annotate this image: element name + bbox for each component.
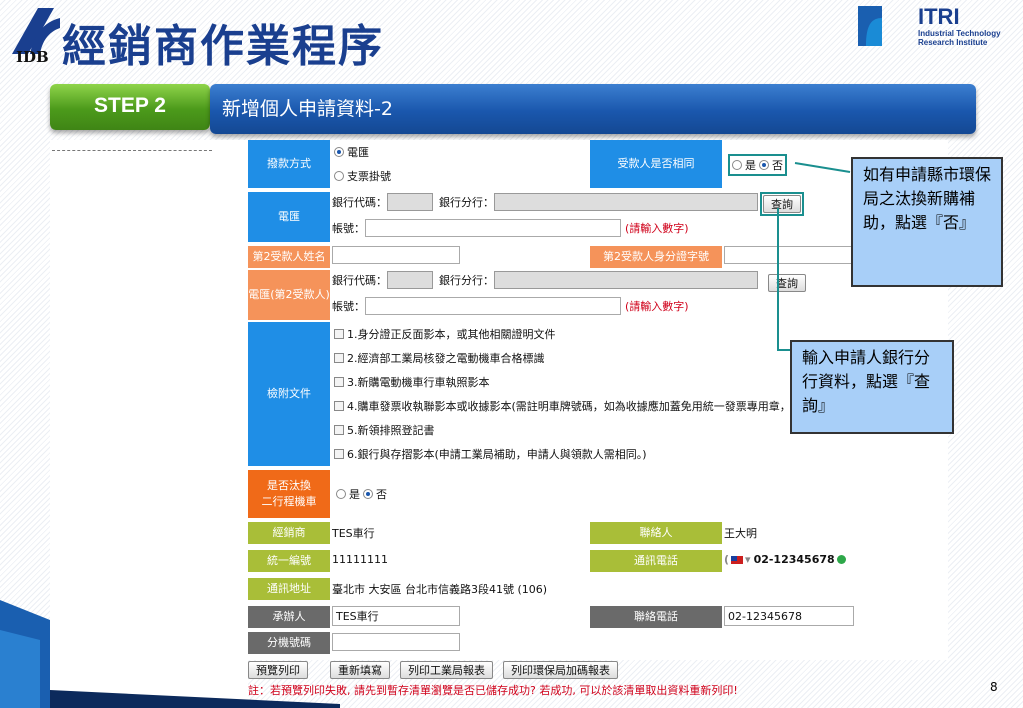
reset-button[interactable]: 重新填寫 — [330, 661, 390, 679]
same-no-text: 否 — [772, 159, 783, 172]
call-icon[interactable] — [836, 555, 846, 564]
preview-print-button[interactable]: 預覽列印 — [248, 661, 308, 679]
radio-check[interactable] — [334, 171, 344, 181]
attach-checkbox-2[interactable] — [334, 353, 344, 363]
attach-item-3: 3.新購電動機車行車執照影本 — [347, 376, 490, 389]
handler-label: 承辦人 — [248, 606, 330, 628]
attach-checkbox-1[interactable] — [334, 329, 344, 339]
wire2-label: 電匯(第2受款人) — [248, 270, 330, 320]
account-hint: (請輸入數字) — [625, 222, 689, 235]
bank-code-label: 銀行代碼： — [332, 196, 387, 209]
itri-sub-line1: Industrial Technology — [918, 29, 1001, 38]
step-badge: STEP 2 — [50, 84, 210, 130]
attach-item-1: 1.身分證正反面影本，或其他相關證明文件 — [347, 328, 556, 341]
attach-item-5: 5.新領排照登記書 — [347, 424, 435, 437]
print-epa-report-button[interactable]: 列印環保局加碼報表 — [503, 661, 618, 679]
print-industry-report-button[interactable]: 列印工業局報表 — [400, 661, 493, 679]
contact-label: 聯絡人 — [590, 522, 722, 544]
account2-input[interactable] — [365, 297, 621, 315]
bank-branch2-input[interactable] — [494, 271, 758, 289]
handler-phone-input[interactable]: 02-12345678 — [724, 606, 854, 626]
page-number: 8 — [990, 680, 998, 694]
phone-value: 02-12345678 — [753, 553, 835, 566]
bank-branch-input[interactable] — [494, 193, 758, 211]
callout-query-branch: 輸入申請人銀行分行資料，點選『查詢』 — [790, 340, 954, 434]
scrap-no-text: 否 — [376, 488, 387, 501]
radio-scrap-yes[interactable] — [336, 489, 346, 499]
attach-item-2: 2.經濟部工業局核發之電動機車合格標識 — [347, 352, 545, 365]
handler-phone-label: 聯絡電話 — [590, 606, 722, 628]
dealer-value: TES車行 — [332, 527, 375, 540]
scrap-yes-text: 是 — [349, 488, 360, 501]
idb-logo-text: IDB — [16, 48, 49, 66]
flag-icon — [731, 555, 744, 564]
same-payee-label: 受款人是否相同 — [590, 140, 722, 188]
query-button[interactable]: 查詢 — [763, 195, 801, 213]
taxid-label: 統一編號 — [248, 550, 330, 572]
scrap-label-line2: 二行程機車 — [261, 495, 317, 508]
extension-label: 分機號碼 — [248, 632, 330, 654]
taxid-value: 11111111 — [332, 553, 388, 566]
handler-input[interactable]: TES車行 — [332, 606, 460, 626]
slide-title: 經銷商作業程序 — [62, 21, 384, 72]
attachments-label: 檢附文件 — [248, 322, 330, 466]
phone-label: 通訊電話 — [590, 550, 722, 572]
attach-checkbox-5[interactable] — [334, 425, 344, 435]
address-label: 通訊地址 — [248, 578, 330, 600]
bank-code2-label: 銀行代碼： — [332, 274, 387, 287]
extension-input[interactable] — [332, 633, 460, 651]
phone-paren-icon: ( — [724, 553, 730, 566]
attach-checkbox-6[interactable] — [334, 449, 344, 459]
itri-subtitle: Industrial Technology Research Institute — [918, 29, 1001, 47]
bank-branch2-label: 銀行分行： — [439, 274, 494, 287]
scrap-label: 是否汰換 二行程機車 — [248, 470, 330, 518]
payee2-id-input[interactable] — [724, 246, 854, 264]
account-input[interactable] — [365, 219, 621, 237]
radio-same-no[interactable] — [759, 160, 769, 170]
itri-logo-mark — [858, 6, 882, 46]
radio-wire[interactable] — [334, 147, 344, 157]
pay-method-label: 撥款方式 — [248, 140, 330, 188]
print-note: 註：若預覽列印失敗, 請先到暫存清單瀏覽是否已儲存成功? 若成功, 可以於該清單… — [248, 684, 738, 697]
payee2-name-label: 第2受款人姓名 — [248, 246, 330, 268]
attach-checkbox-3[interactable] — [334, 377, 344, 387]
dropdown-icon[interactable]: ▾ — [745, 553, 751, 566]
attach-item-4: 4.購車發票收執聯影本或收據影本(需註明車牌號碼，如為收據應加蓋免用統一發票專用… — [347, 400, 802, 413]
pay-option-wire: 電匯 — [347, 146, 369, 159]
callout-choose-no: 如有申請縣市環保局之汰換新購補助，點選『否』 — [851, 157, 1003, 287]
radio-same-yes[interactable] — [732, 160, 742, 170]
bank-branch-label: 銀行分行： — [439, 196, 494, 209]
contact-value: 王大明 — [724, 527, 757, 540]
scrap-label-line1: 是否汰換 — [267, 479, 311, 492]
attach-checkbox-4[interactable] — [334, 401, 344, 411]
section-header: 新增個人申請資料-2 — [210, 84, 976, 134]
radio-scrap-no[interactable] — [363, 489, 373, 499]
account-label: 帳號： — [332, 222, 365, 235]
payee2-id-label: 第2受款人身分證字號 — [590, 246, 722, 268]
address-value: 臺北市 大安區 台北市信義路3段41號 (106) — [332, 583, 548, 596]
account2-hint: (請輸入數字) — [625, 300, 689, 313]
attach-item-6: 6.銀行與存摺影本(申請工業局補助，申請人與領款人需相同。) — [347, 448, 647, 461]
payee2-name-input[interactable] — [332, 246, 460, 264]
same-yes-text: 是 — [745, 159, 756, 172]
query2-button[interactable]: 查詢 — [768, 274, 806, 292]
left-divider — [52, 150, 212, 151]
itri-sub-line2: Research Institute — [918, 38, 988, 47]
bank-code-input[interactable] — [387, 193, 433, 211]
account2-label: 帳號： — [332, 300, 365, 313]
pay-option-check: 支票掛號 — [347, 170, 391, 183]
itri-name: ITRI — [918, 4, 960, 29]
wire-label: 電匯 — [248, 192, 330, 242]
bank-code2-input[interactable] — [387, 271, 433, 289]
dealer-label: 經銷商 — [248, 522, 330, 544]
